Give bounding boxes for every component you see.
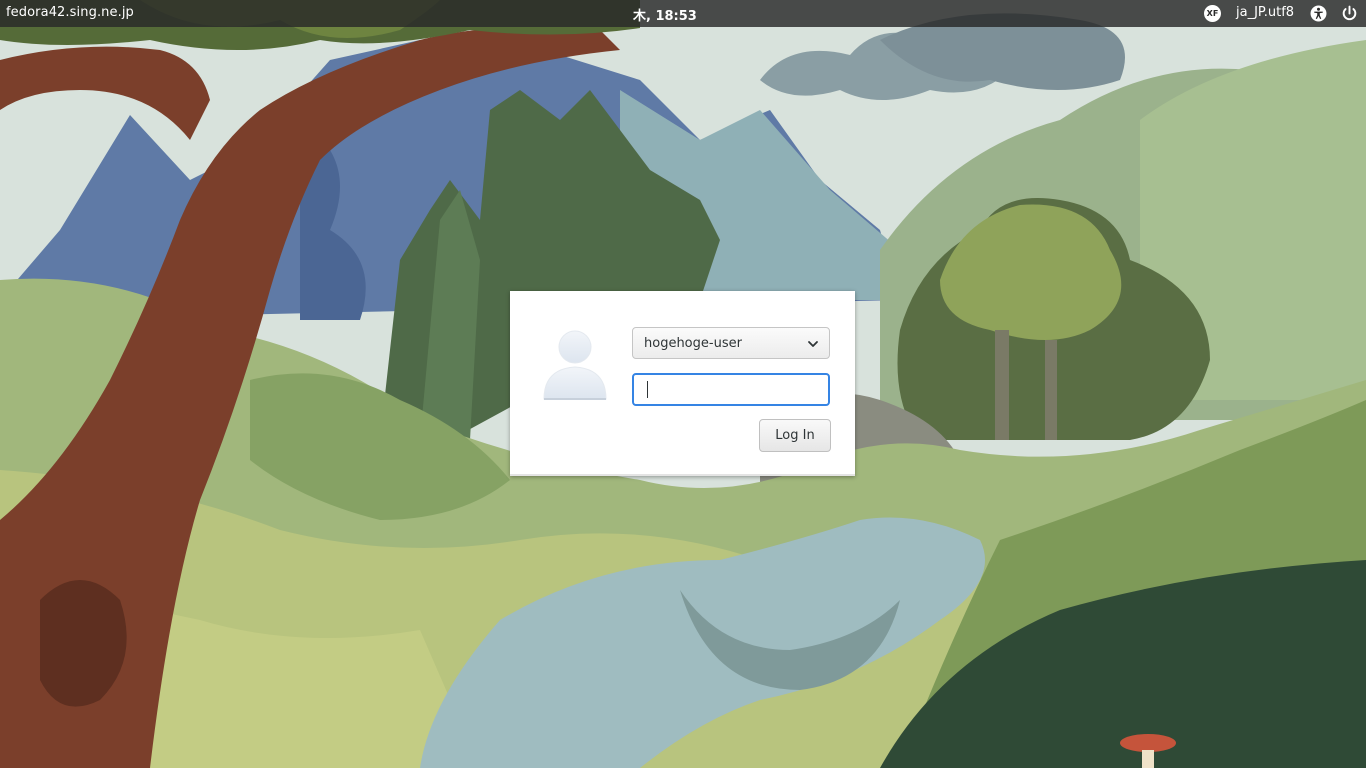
accessibility-icon[interactable] — [1310, 5, 1327, 22]
chevron-down-icon — [808, 341, 818, 347]
password-input[interactable] — [632, 373, 830, 406]
login-button[interactable]: Log In — [759, 419, 831, 452]
hostname-label: fedora42.sing.ne.jp — [6, 5, 134, 20]
locale-indicator[interactable]: ja_JP.utf8 — [1236, 5, 1294, 20]
clock[interactable]: 木, 18:53 — [633, 5, 697, 24]
selected-user-label: hogehoge-user — [644, 336, 742, 351]
user-dropdown[interactable]: hogehoge-user — [632, 327, 830, 359]
input-method-icon[interactable]: XF — [1204, 5, 1221, 22]
login-dialog: hogehoge-user Log In — [510, 291, 855, 476]
login-screen: fedora42.sing.ne.jp 木, 18:53 XF ja_JP.ut… — [0, 0, 1366, 768]
top-bar: fedora42.sing.ne.jp 木, 18:53 XF ja_JP.ut… — [0, 0, 1366, 27]
text-caret — [647, 381, 648, 398]
power-icon[interactable] — [1341, 5, 1358, 22]
user-avatar-icon — [543, 330, 607, 400]
